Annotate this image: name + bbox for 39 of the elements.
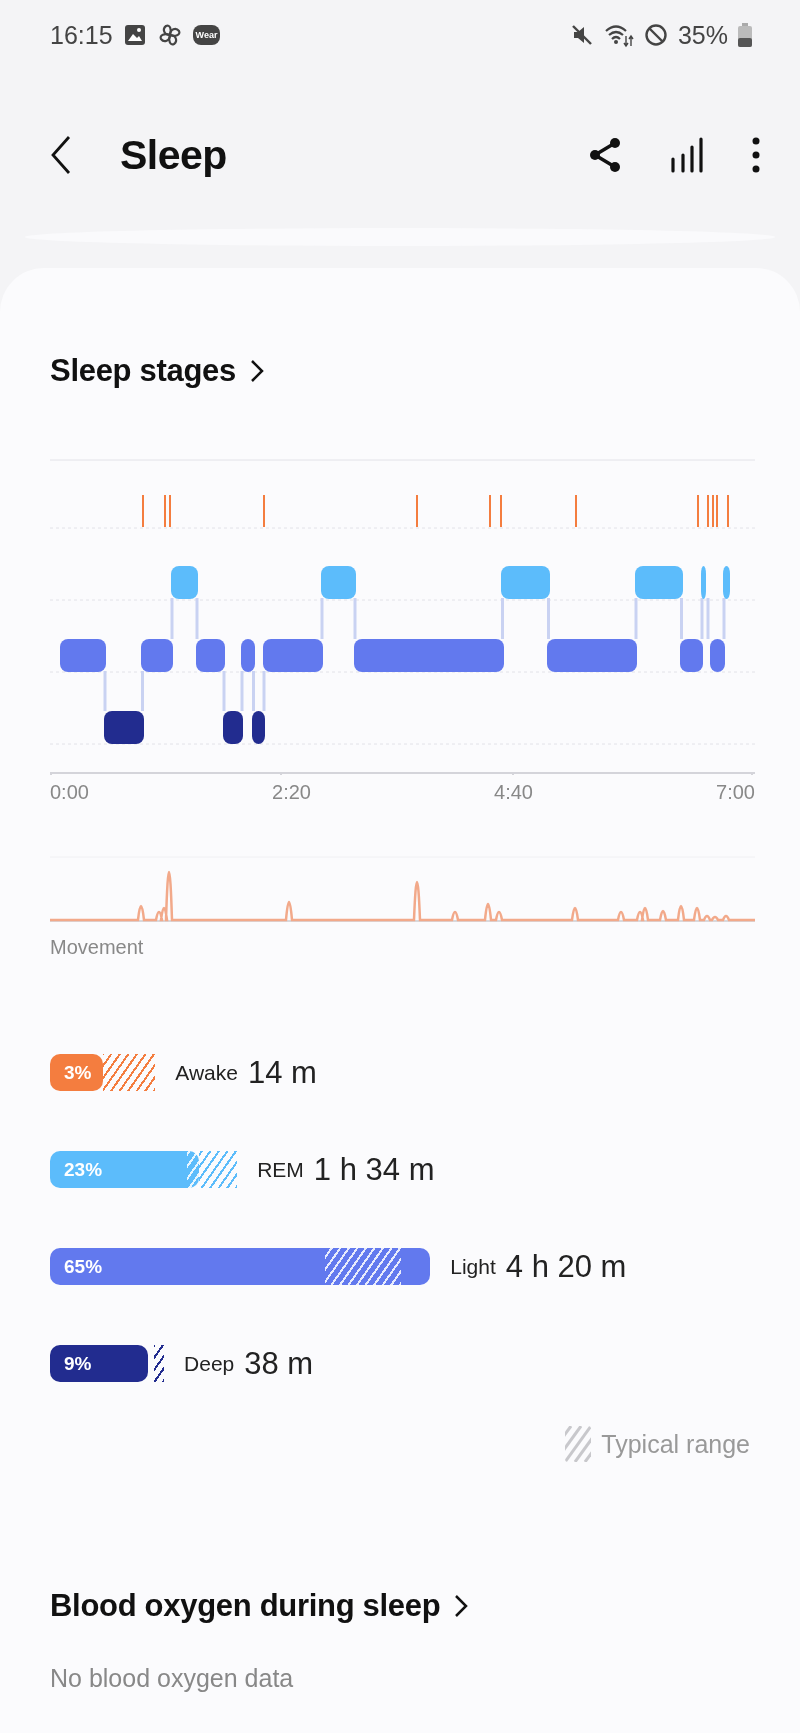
page-title: Sleep	[120, 131, 228, 179]
section-title[interactable]: Blood oxygen during sleep	[50, 1588, 441, 1624]
stage-label: Awake	[175, 1060, 238, 1085]
battery-icon	[738, 23, 752, 47]
section-title[interactable]: Sleep stages	[50, 353, 236, 389]
more-options-icon[interactable]	[752, 137, 760, 173]
image-icon	[122, 23, 147, 47]
app-badge: Wear	[192, 25, 221, 45]
stage-label: Deep	[184, 1351, 235, 1376]
stage-bar: 9%	[50, 1345, 149, 1382]
stage-duration: 38 m	[244, 1345, 314, 1382]
clock: 16:15	[50, 20, 113, 50]
battery-percent: 35%	[677, 20, 728, 50]
chevron-right-icon	[454, 1594, 469, 1618]
mute-icon	[569, 23, 594, 47]
stage-label: REM	[257, 1157, 304, 1182]
stage-duration: 1 h 34 m	[313, 1151, 435, 1188]
typical-range-hatch	[102, 1054, 156, 1091]
empty-message: No blood oxygen data	[50, 1664, 295, 1693]
time-label: 4:40	[494, 781, 533, 804]
chevron-right-icon	[249, 359, 264, 383]
bar-chart-icon[interactable]	[670, 137, 704, 173]
stage-duration: 4 h 20 m	[505, 1248, 627, 1285]
time-label: 0:00	[50, 781, 89, 804]
stage-duration: 14 m	[247, 1054, 317, 1091]
stage-bar: 3%	[50, 1054, 103, 1091]
block-icon	[643, 23, 668, 47]
hatch-icon	[565, 1426, 592, 1462]
stage-label: Light	[450, 1254, 496, 1279]
time-label: 7:00	[716, 781, 755, 804]
stage-bar: 65%	[50, 1248, 431, 1285]
back-button[interactable]	[50, 135, 72, 175]
wifi-icon	[603, 22, 634, 48]
legend-label: Typical range	[601, 1429, 750, 1459]
typical-range-hatch	[154, 1345, 165, 1382]
stage-bar: 23%	[50, 1151, 200, 1188]
movement-label: Movement	[50, 936, 145, 959]
share-icon[interactable]	[588, 137, 622, 173]
time-label: 2:20	[272, 781, 311, 804]
